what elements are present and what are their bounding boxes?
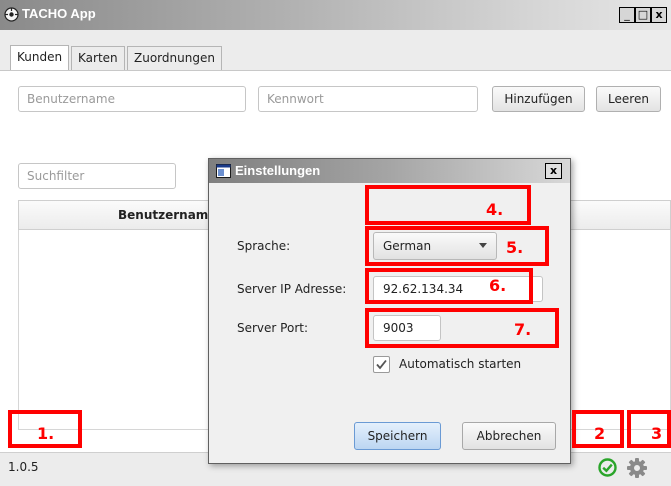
column-header-username[interactable]: Benutzernam (118, 208, 208, 222)
annotation-label-7: 7. (514, 320, 532, 339)
cancel-button[interactable]: Abbrechen (462, 422, 556, 450)
window-title: TACHO App (22, 6, 96, 21)
version-label: 1.0.5 (8, 460, 39, 474)
annotation-box-3 (627, 410, 671, 448)
annotation-label-4: 4. (486, 200, 504, 219)
tab-karten[interactable]: Karten (71, 46, 125, 70)
username-input[interactable]: Benutzername (18, 86, 246, 112)
annotation-label-1: 1. (37, 424, 55, 443)
clear-button[interactable]: Leeren (596, 86, 661, 112)
minimize-button[interactable]: _ (619, 7, 635, 23)
dialog-title: Einstellungen (235, 163, 321, 178)
annotation-label-2: 2 (594, 424, 606, 443)
server-port-label: Server Port: (237, 321, 308, 335)
add-button[interactable]: Hinzufügen (492, 86, 585, 112)
password-input[interactable]: Kennwort (258, 86, 478, 112)
maximize-button[interactable]: □ (635, 7, 651, 23)
window-titlebar (0, 0, 671, 30)
search-filter-input[interactable]: Suchfilter (18, 163, 176, 189)
tab-kunden[interactable]: Kunden (10, 45, 70, 71)
check-circle-icon[interactable] (598, 458, 617, 477)
gear-icon[interactable] (626, 457, 648, 479)
dialog-close-button[interactable]: x (545, 163, 562, 179)
checkmark-icon (376, 359, 387, 370)
language-label: Sprache: (237, 239, 291, 253)
autostart-label[interactable]: Automatisch starten (399, 357, 521, 371)
autostart-checkbox[interactable] (373, 356, 390, 373)
annotation-label-5: 5. (506, 238, 524, 257)
annotation-label-6: 6. (489, 276, 507, 295)
annotation-box-4 (365, 185, 531, 225)
app-logo-icon (4, 7, 19, 22)
dialog-window-icon (216, 164, 231, 178)
tab-zuordnungen[interactable]: Zuordnungen (127, 46, 222, 70)
server-ip-label: Server IP Adresse: (237, 282, 347, 296)
annotation-label-3: 3 (651, 424, 663, 443)
save-button[interactable]: Speichern (354, 422, 441, 450)
close-button[interactable]: x (651, 7, 667, 23)
annotation-box-6 (365, 268, 533, 304)
